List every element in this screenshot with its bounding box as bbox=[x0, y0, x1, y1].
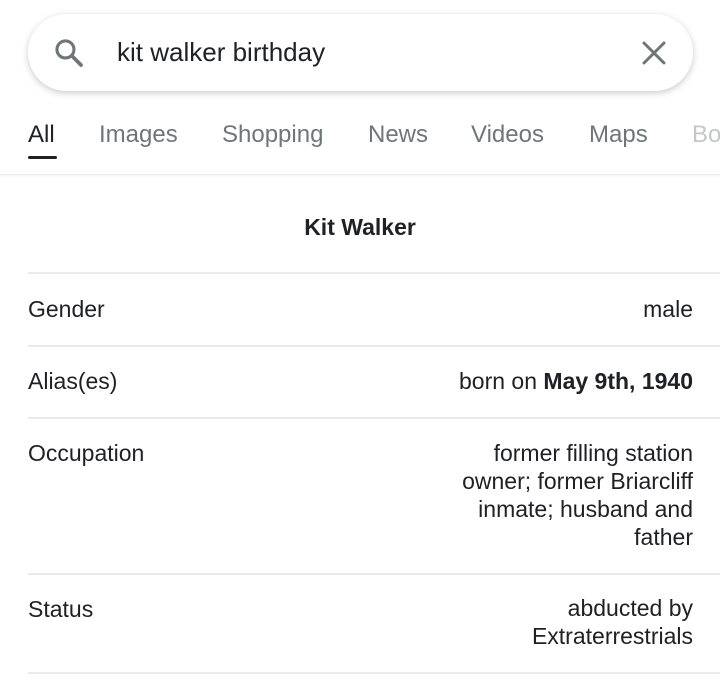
tab-maps[interactable]: Maps bbox=[589, 121, 648, 149]
divider bbox=[28, 272, 720, 274]
divider bbox=[28, 345, 720, 347]
search-icon[interactable] bbox=[52, 36, 86, 70]
tab-books[interactable]: Bo bbox=[692, 121, 720, 149]
alias-prefix: born on bbox=[459, 368, 544, 394]
row-label-gender: Gender bbox=[28, 296, 105, 322]
row-value-occupation: former filling station owner; former Bri… bbox=[462, 439, 693, 551]
occupation-line: owner; former Briarcliff bbox=[462, 468, 693, 494]
tab-shopping[interactable]: Shopping bbox=[222, 121, 323, 149]
tab-news[interactable]: News bbox=[368, 121, 428, 149]
row-label-status: Status bbox=[28, 596, 94, 622]
tab-images[interactable]: Images bbox=[99, 121, 178, 149]
clear-search-button[interactable] bbox=[634, 33, 674, 73]
tab-all[interactable]: All bbox=[28, 121, 55, 149]
search-tabs: All Images Shopping News Videos Maps Bo bbox=[0, 104, 720, 175]
search-input[interactable] bbox=[117, 32, 607, 72]
row-value-aliases: born on May 9th, 1940 bbox=[459, 367, 693, 395]
knowledge-panel-title: Kit Walker bbox=[304, 214, 416, 240]
occupation-line: father bbox=[634, 524, 693, 550]
status-line: abducted by bbox=[567, 595, 693, 621]
alias-date: May 9th, 1940 bbox=[543, 368, 693, 394]
occupation-line: inmate; husband and bbox=[478, 496, 693, 522]
occupation-line: former filling station bbox=[493, 440, 693, 466]
row-value-status: abducted by Extraterrestrials bbox=[532, 594, 693, 650]
divider bbox=[28, 573, 720, 575]
tab-videos[interactable]: Videos bbox=[471, 121, 544, 149]
divider bbox=[28, 672, 720, 674]
row-label-occupation: Occupation bbox=[28, 440, 145, 466]
row-value-gender: male bbox=[643, 296, 693, 322]
search-results-page: All Images Shopping News Videos Maps Bo … bbox=[0, 0, 720, 685]
search-bar[interactable] bbox=[28, 14, 693, 91]
status-line: Extraterrestrials bbox=[531, 623, 693, 649]
active-tab-indicator bbox=[28, 156, 57, 159]
close-icon bbox=[642, 41, 666, 65]
divider bbox=[28, 417, 720, 419]
row-label-aliases: Alias(es) bbox=[28, 368, 118, 394]
